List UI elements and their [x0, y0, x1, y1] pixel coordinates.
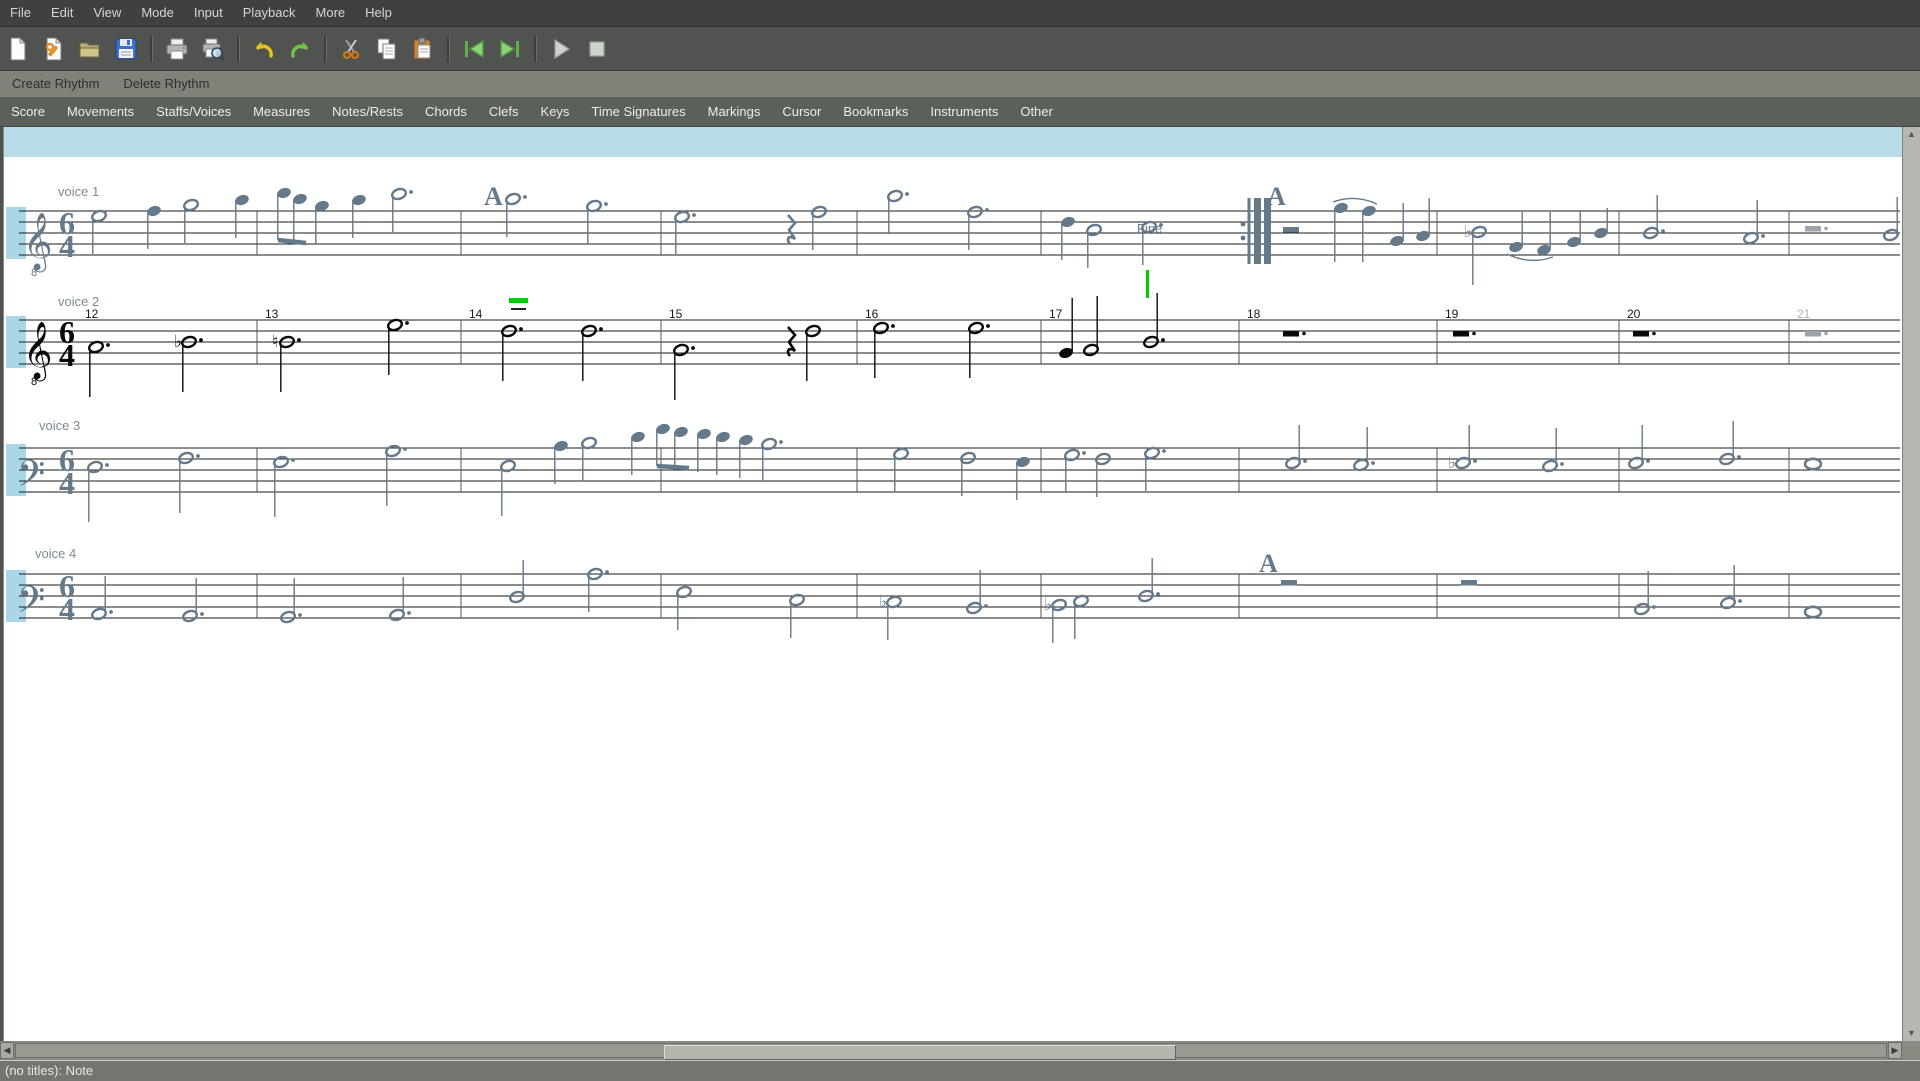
menu-row-item-clefs[interactable]: Clefs: [478, 98, 530, 126]
scroll-up-icon[interactable]: ▲: [1906, 129, 1917, 140]
svg-text:8: 8: [31, 376, 37, 388]
score-canvas[interactable]: voice 1𝄞864♭AAFinevoice 2𝄞86412131415161…: [3, 127, 1903, 1041]
main-toolbar: [0, 27, 1920, 71]
rhythm-toolbar: Create Rhythm Delete Rhythm: [0, 71, 1920, 98]
new-score-icon[interactable]: [1, 34, 35, 64]
menu-row-item-bookmarks[interactable]: Bookmarks: [832, 98, 919, 126]
menu-row-item-movements[interactable]: Movements: [56, 98, 145, 126]
menu-row-item-instruments[interactable]: Instruments: [919, 98, 1009, 126]
scroll-right-icon[interactable]: ▶: [1888, 1042, 1902, 1059]
staff-voice-3[interactable]: [6, 421, 1900, 522]
menu-row-item-measures[interactable]: Measures: [242, 98, 321, 126]
print-icon[interactable]: [160, 34, 194, 64]
staff-label: voice 4: [35, 546, 76, 561]
go-first-icon[interactable]: [457, 34, 491, 64]
svg-text:𝄢: 𝄢: [17, 453, 45, 504]
toolbar-separator: [150, 36, 153, 62]
staff-voice-1[interactable]: [6, 186, 1900, 285]
menubar-item-file[interactable]: File: [0, 0, 41, 26]
hscroll-trough[interactable]: [15, 1043, 1887, 1058]
menubar-item-edit[interactable]: Edit: [41, 0, 83, 26]
svg-text:𝄢: 𝄢: [17, 579, 45, 630]
measure-number-15: 15: [669, 307, 683, 321]
toolbar-separator: [534, 36, 537, 62]
measure-number-12: 12: [85, 307, 99, 321]
vertical-scrollbar[interactable]: ▲ ▼: [1902, 127, 1920, 1041]
staff-voice-2[interactable]: [6, 293, 1900, 400]
measure-number-17: 17: [1049, 307, 1063, 321]
menu-row-item-keys[interactable]: Keys: [530, 98, 581, 126]
measure-number-13: 13: [265, 307, 279, 321]
horizontal-scrollbar[interactable]: ◀ ▶: [0, 1041, 1920, 1060]
measure-number-19: 19: [1445, 307, 1459, 321]
menu-row-item-chords[interactable]: Chords: [414, 98, 478, 126]
measure-number-18: 18: [1247, 307, 1261, 321]
open-folder-icon[interactable]: [73, 34, 107, 64]
svg-text:4: 4: [59, 337, 75, 373]
menu-row-item-other[interactable]: Other: [1009, 98, 1064, 126]
toolbar-separator: [324, 36, 327, 62]
measure-number-14: 14: [469, 307, 483, 321]
undo-icon[interactable]: [247, 34, 281, 64]
svg-text:♭: ♭: [1044, 595, 1052, 615]
cut-icon[interactable]: [334, 34, 368, 64]
staff-label: voice 1: [58, 184, 99, 199]
stop-icon[interactable]: [580, 34, 614, 64]
toolbar-separator: [237, 36, 240, 62]
menubar-item-help[interactable]: Help: [355, 0, 402, 26]
scroll-down-icon[interactable]: ▼: [1906, 1028, 1917, 1039]
svg-text:♮: ♮: [272, 332, 278, 352]
go-last-icon[interactable]: [493, 34, 527, 64]
toolbar-separator: [447, 36, 450, 62]
svg-text:♭: ♭: [879, 592, 887, 612]
play-icon[interactable]: [544, 34, 578, 64]
delete-rhythm-button[interactable]: Delete Rhythm: [111, 71, 221, 97]
svg-text:8: 8: [31, 267, 37, 279]
svg-text:4: 4: [59, 228, 75, 264]
fine-marking: Fine: [1137, 221, 1162, 236]
svg-text:𝄞: 𝄞: [23, 212, 53, 273]
rehearsal-mark: A: [1267, 182, 1286, 211]
menubar-item-view[interactable]: View: [83, 0, 131, 26]
print-preview-icon[interactable]: [196, 34, 230, 64]
input-cursor: [509, 270, 1149, 310]
scroll-left-icon[interactable]: ◀: [0, 1042, 14, 1059]
hscroll-handle[interactable]: [664, 1045, 1176, 1060]
menu-row-item-markings[interactable]: Markings: [697, 98, 772, 126]
rehearsal-mark: A: [484, 182, 503, 211]
svg-text:4: 4: [59, 465, 75, 501]
measure-number-21: 21: [1797, 307, 1811, 321]
menubar-item-mode[interactable]: Mode: [131, 0, 184, 26]
redo-icon[interactable]: [283, 34, 317, 64]
score-svg: voice 1𝄞864♭AAFinevoice 2𝄞86412131415161…: [4, 127, 1903, 1041]
rehearsal-mark: A: [1259, 549, 1278, 578]
copy-icon[interactable]: [370, 34, 404, 64]
svg-text:♭: ♭: [1448, 453, 1456, 473]
measure-number-16: 16: [865, 307, 879, 321]
staff-label: voice 3: [39, 418, 80, 433]
svg-text:♭: ♭: [174, 332, 182, 352]
status-bar: (no titles): Note: [0, 1060, 1920, 1081]
status-text: (no titles): Note: [0, 1061, 1920, 1081]
menubar-item-playback[interactable]: Playback: [233, 0, 306, 26]
svg-text:𝄞: 𝄞: [23, 321, 53, 382]
measure-number-20: 20: [1627, 307, 1641, 321]
svg-text:4: 4: [59, 591, 75, 627]
menu-row-item-score[interactable]: Score: [0, 98, 56, 126]
command-menu-row: ScoreMovementsStaffs/VoicesMeasuresNotes…: [0, 98, 1920, 127]
menubar-item-input[interactable]: Input: [184, 0, 233, 26]
menu-row-item-time-signatures[interactable]: Time Signatures: [580, 98, 696, 126]
menu-row-item-staffs-voices[interactable]: Staffs/Voices: [145, 98, 242, 126]
staff-voice-4[interactable]: [6, 558, 1900, 643]
menu-row-item-notes-rests[interactable]: Notes/Rests: [321, 98, 414, 126]
save-icon[interactable]: [109, 34, 143, 64]
create-rhythm-button[interactable]: Create Rhythm: [0, 71, 111, 97]
menubar: FileEditViewModeInputPlaybackMoreHelp: [0, 0, 1920, 27]
new-with-tool-icon[interactable]: [37, 34, 71, 64]
svg-text:♭: ♭: [1464, 222, 1472, 242]
menubar-item-more[interactable]: More: [306, 0, 356, 26]
menu-row-item-cursor[interactable]: Cursor: [771, 98, 832, 126]
paste-icon[interactable]: [406, 34, 440, 64]
